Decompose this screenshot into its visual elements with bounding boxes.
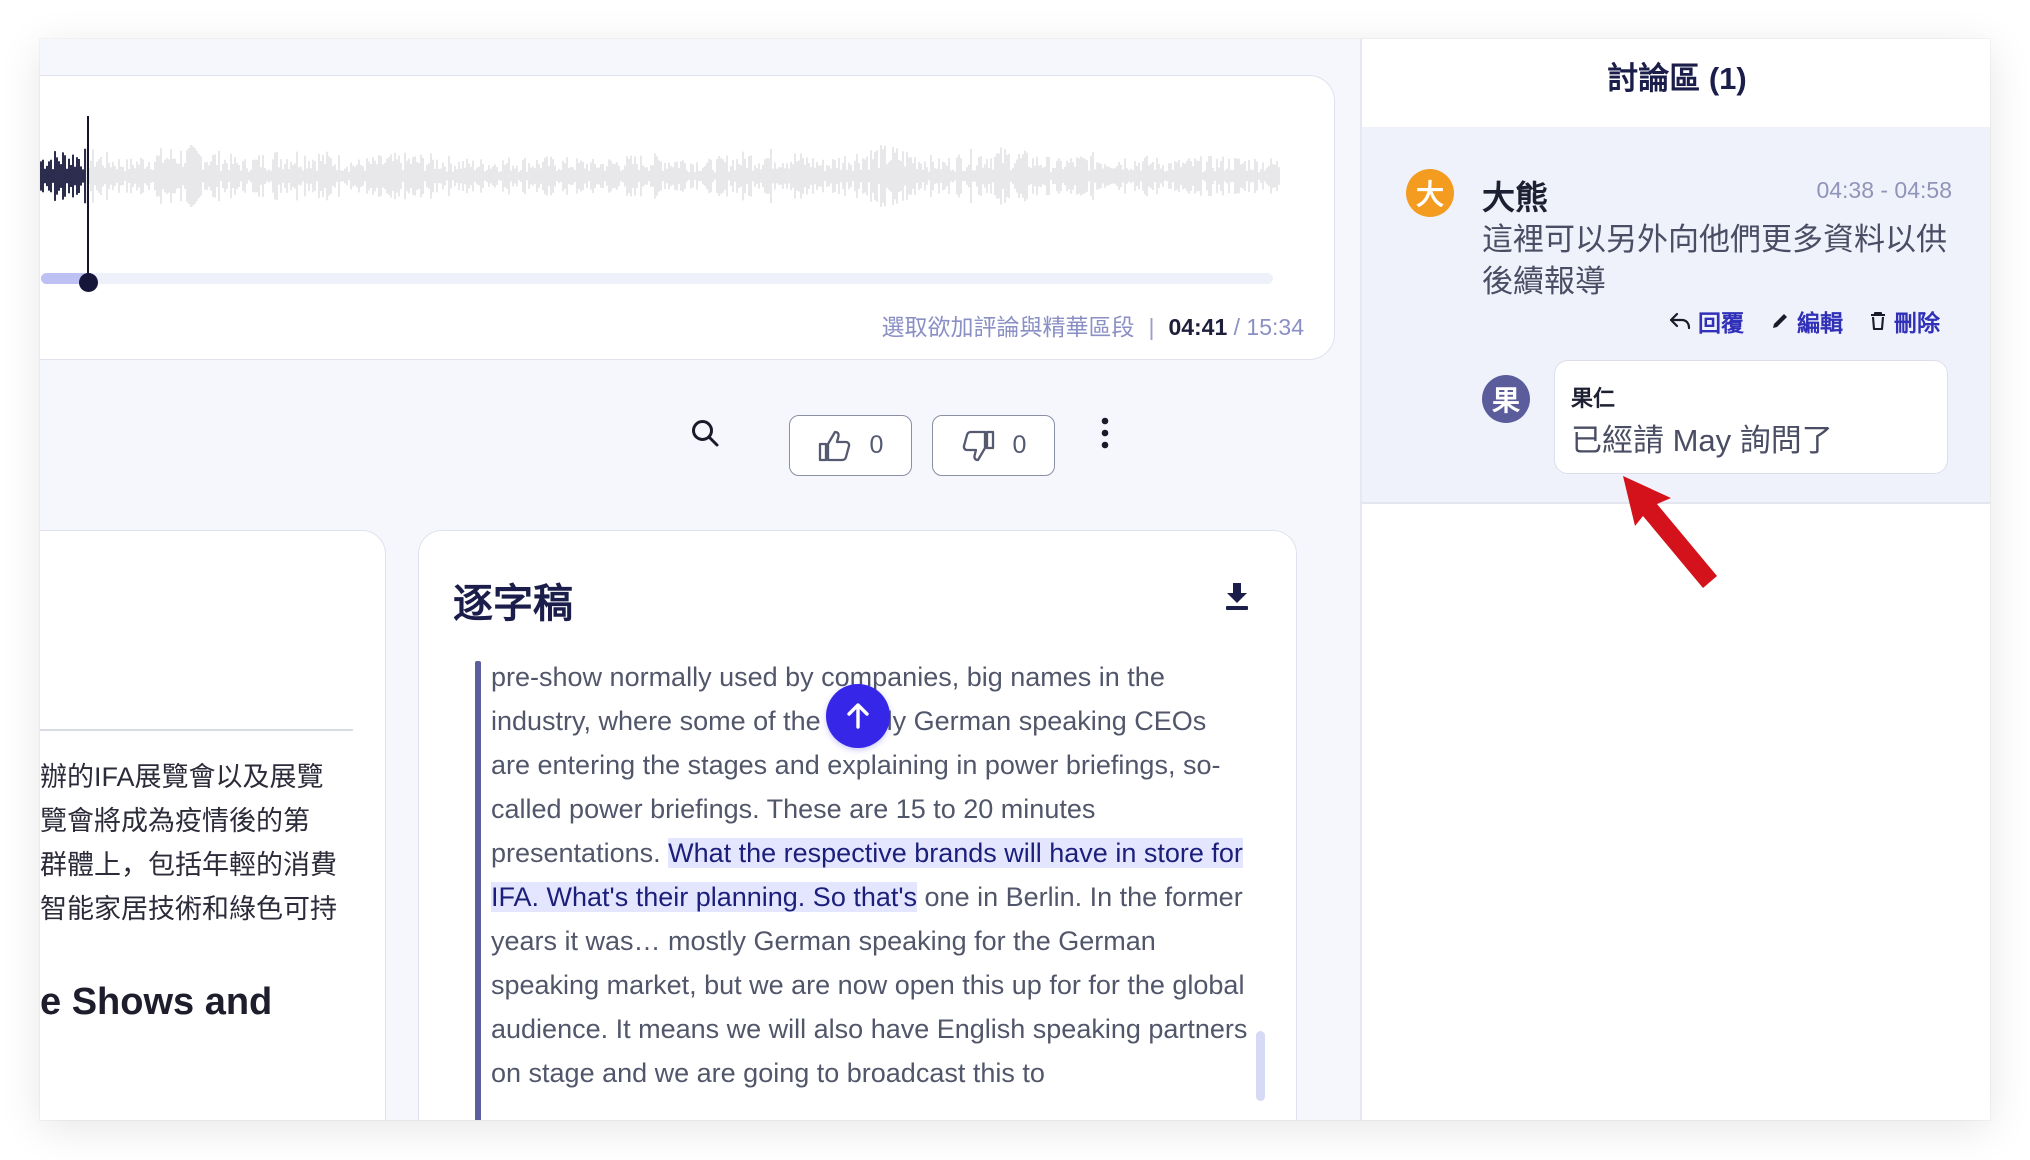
waveform-unplayed [86, 145, 1280, 207]
download-icon [1226, 583, 1248, 610]
discussion-title: 討論區 (1) [1607, 61, 1747, 96]
comment-thread[interactable]: 大 大熊 04:38 - 04:58 這裡可以另外向他們更多資料以供後續報導 回… [1362, 127, 1990, 504]
annotation-arrow [1623, 476, 1717, 588]
like-count: 0 [869, 431, 884, 459]
summary-paragraph: 辦的IFA展覽會以及展覽 覽會將成為疫情後的第 群體上，包括年輕的消費 智能家居… [40, 762, 337, 924]
selection-hint: 選取欲加評論與精華區段 [881, 314, 1135, 340]
scroll-to-top-button[interactable] [826, 684, 890, 748]
reply-action[interactable]: 回覆 [1669, 304, 1744, 338]
more-vertical-icon [1101, 417, 1109, 449]
reply-bubble[interactable]: 果仁 已經請 May 詢問了 [1554, 360, 1948, 474]
current-time: 04:41 [1168, 314, 1228, 340]
pencil-icon [1773, 314, 1787, 328]
more-options-button[interactable] [1085, 408, 1125, 458]
transcript-title: 逐字稿 [453, 582, 573, 626]
download-button[interactable] [1224, 581, 1250, 616]
dislike-button[interactable]: 0 [932, 415, 1055, 476]
meta-separator: | [1148, 314, 1155, 340]
comment-time-range[interactable]: 04:38 - 04:58 [1816, 177, 1952, 204]
arrow-up-icon [847, 703, 869, 729]
transcript-card: 逐字稿 pre-show normally used by companies,… [418, 530, 1297, 1120]
trash-icon [1871, 311, 1885, 331]
comment-actions: 回覆 編輯 刪除 [1669, 304, 1940, 338]
playhead-handle[interactable] [79, 273, 98, 292]
reply-icon [1669, 312, 1691, 330]
audio-player-card: 選取欲加評論與精華區段 | 04:41 / 15:34 [40, 75, 1335, 360]
playhead-line[interactable] [87, 116, 89, 286]
summary-section-heading: e Shows and [40, 981, 273, 1023]
reply-author: 果仁 [1571, 386, 1616, 411]
commenter-avatar: 大 [1406, 169, 1454, 217]
delete-action[interactable]: 刪除 [1869, 304, 1940, 338]
edit-label: 編輯 [1797, 310, 1843, 336]
audio-progress-track[interactable] [41, 273, 1273, 284]
dislike-count: 0 [1012, 431, 1027, 459]
audio-waveform[interactable] [40, 76, 1334, 276]
like-button[interactable]: 0 [789, 415, 912, 476]
search-icon [692, 420, 719, 447]
thumbs-down-icon [962, 430, 994, 461]
delete-label: 刪除 [1894, 310, 1940, 336]
transcript-scrollbar[interactable] [1256, 1031, 1265, 1101]
commenter-name: 大熊 [1482, 179, 1548, 216]
audio-meta: 選取欲加評論與精華區段 | 04:41 / 15:34 [881, 308, 1304, 342]
thumbs-up-icon [818, 430, 850, 461]
search-button[interactable] [680, 408, 730, 458]
reply-text: 已經請 May 詢問了 [1571, 423, 1833, 458]
edit-action[interactable]: 編輯 [1770, 304, 1843, 338]
summary-divider [40, 729, 353, 731]
waveform-played [40, 148, 86, 204]
transcript-text-after: one in Berlin. In the former years it wa… [491, 882, 1248, 1088]
reply-avatar: 果 [1482, 375, 1530, 423]
reply-label: 回覆 [1698, 310, 1744, 336]
total-time: / 15:34 [1233, 314, 1304, 340]
comment-text: 這裡可以另外向他們更多資料以供後續報導 [1482, 222, 1947, 299]
transcript-speaker-bar [475, 661, 481, 1120]
